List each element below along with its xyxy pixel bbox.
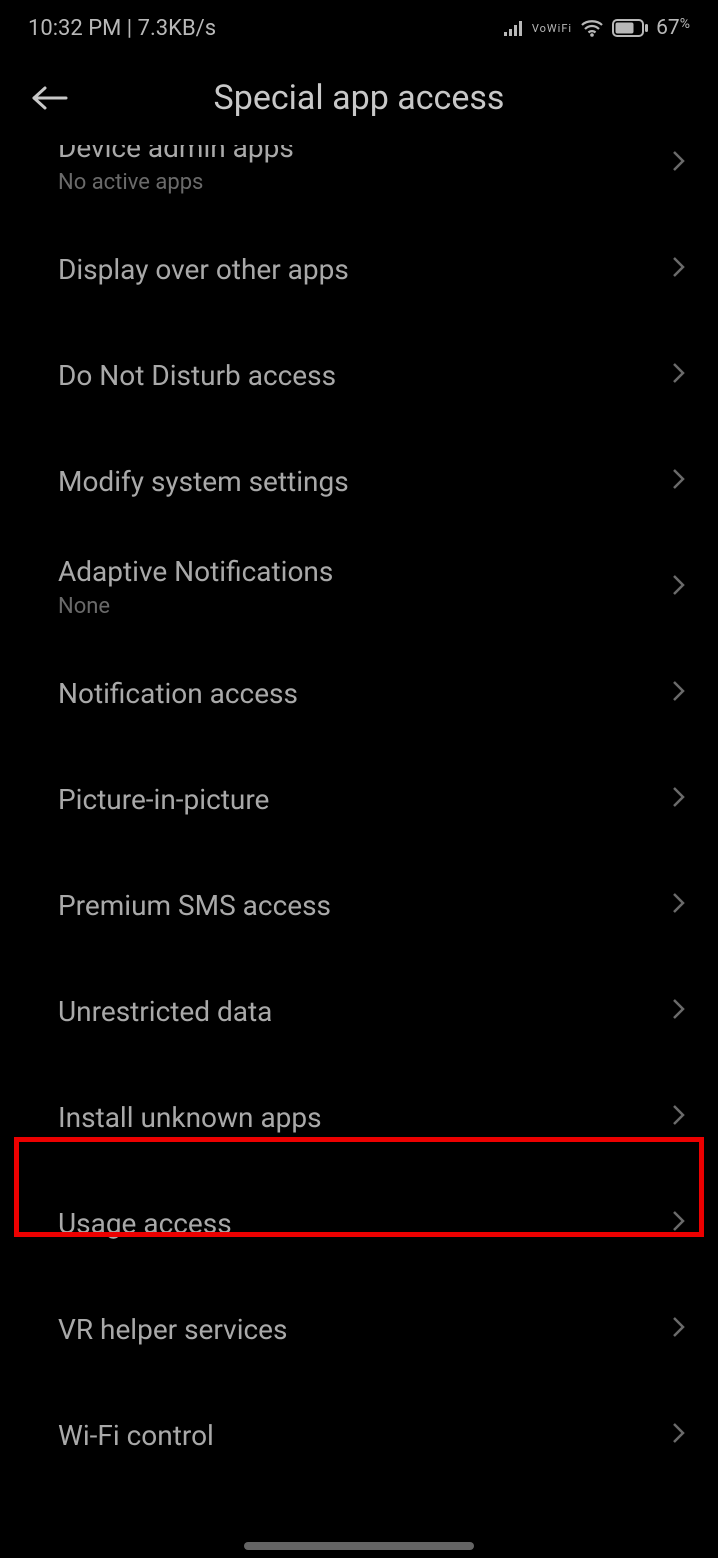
item-unrestricted-data[interactable]: Unrestricted data (0, 958, 718, 1064)
item-text: Picture-in-picture (58, 783, 269, 816)
chevron-right-icon (672, 255, 686, 283)
chevron-right-icon (672, 361, 686, 389)
chevron-right-icon (672, 679, 686, 707)
item-title: Adaptive Notifications (58, 555, 333, 588)
status-left: 10:32 PM | 7.3KB/s (28, 16, 216, 41)
item-modify-system-settings[interactable]: Modify system settings (0, 428, 718, 534)
item-title: Picture-in-picture (58, 783, 269, 816)
item-install-unknown-apps[interactable]: Install unknown apps (0, 1064, 718, 1170)
item-text: Unrestricted data (58, 995, 272, 1028)
status-time: 10:32 PM (28, 16, 121, 41)
item-text: Usage access (58, 1207, 232, 1240)
wifi-icon (580, 19, 604, 37)
item-subtitle: No active apps (58, 170, 294, 195)
item-text: VR helper services (58, 1313, 287, 1346)
item-subtitle: None (58, 594, 333, 619)
item-text: Adaptive Notifications None (58, 555, 333, 619)
settings-list[interactable]: Device admin apps No active apps Display… (0, 145, 718, 1558)
chevron-right-icon (672, 1421, 686, 1449)
item-wifi-control[interactable]: Wi-Fi control (0, 1382, 718, 1488)
item-title: Notification access (58, 677, 298, 710)
chevron-right-icon (672, 785, 686, 813)
item-text: Display over other apps (58, 253, 349, 286)
battery-percent: 67% (656, 16, 690, 40)
item-title: Premium SMS access (58, 889, 331, 922)
vowifi-icon: Vo WiFi (532, 23, 572, 34)
item-display-over-other-apps[interactable]: Display over other apps (0, 216, 718, 322)
battery-icon (612, 19, 648, 37)
chevron-right-icon (672, 1103, 686, 1131)
chevron-right-icon (672, 1315, 686, 1343)
item-device-admin-apps[interactable]: Device admin apps No active apps (0, 145, 718, 216)
chevron-right-icon (672, 573, 686, 601)
item-title: Modify system settings (58, 465, 349, 498)
status-separator: | (121, 16, 137, 41)
item-do-not-disturb-access[interactable]: Do Not Disturb access (0, 322, 718, 428)
item-title: Wi-Fi control (58, 1419, 214, 1452)
signal-icon (504, 20, 524, 36)
item-usage-access[interactable]: Usage access (0, 1170, 718, 1276)
chevron-right-icon (672, 891, 686, 919)
item-premium-sms-access[interactable]: Premium SMS access (0, 852, 718, 958)
item-title: VR helper services (58, 1313, 287, 1346)
app-header: Special app access (0, 50, 718, 145)
chevron-right-icon (672, 997, 686, 1025)
item-title: Install unknown apps (58, 1101, 322, 1134)
settings-list-inner: Device admin apps No active apps Display… (0, 145, 718, 1488)
status-net-speed: 7.3KB/s (138, 16, 216, 41)
item-adaptive-notifications[interactable]: Adaptive Notifications None (0, 534, 718, 640)
item-title: Usage access (58, 1207, 232, 1240)
item-text: Premium SMS access (58, 889, 331, 922)
chevron-right-icon (672, 1209, 686, 1237)
status-right: Vo WiFi 67% (504, 16, 690, 40)
back-button[interactable] (20, 84, 80, 112)
chevron-right-icon (672, 467, 686, 495)
item-notification-access[interactable]: Notification access (0, 640, 718, 746)
item-text: Wi-Fi control (58, 1419, 214, 1452)
item-text: Notification access (58, 677, 298, 710)
item-picture-in-picture[interactable]: Picture-in-picture (0, 746, 718, 852)
item-text: Do Not Disturb access (58, 359, 336, 392)
item-title: Unrestricted data (58, 995, 272, 1028)
item-title: Display over other apps (58, 253, 349, 286)
item-vr-helper-services[interactable]: VR helper services (0, 1276, 718, 1382)
status-bar: 10:32 PM | 7.3KB/s Vo WiFi 67% (0, 0, 718, 50)
item-title: Device admin apps (58, 145, 294, 164)
item-text: Install unknown apps (58, 1101, 322, 1134)
chevron-right-icon (672, 149, 686, 177)
item-text: Device admin apps No active apps (58, 145, 294, 195)
item-text: Modify system settings (58, 465, 349, 498)
gesture-nav-handle[interactable] (244, 1542, 474, 1550)
arrow-left-icon (30, 84, 70, 112)
item-title: Do Not Disturb access (58, 359, 336, 392)
page-title: Special app access (80, 78, 638, 118)
